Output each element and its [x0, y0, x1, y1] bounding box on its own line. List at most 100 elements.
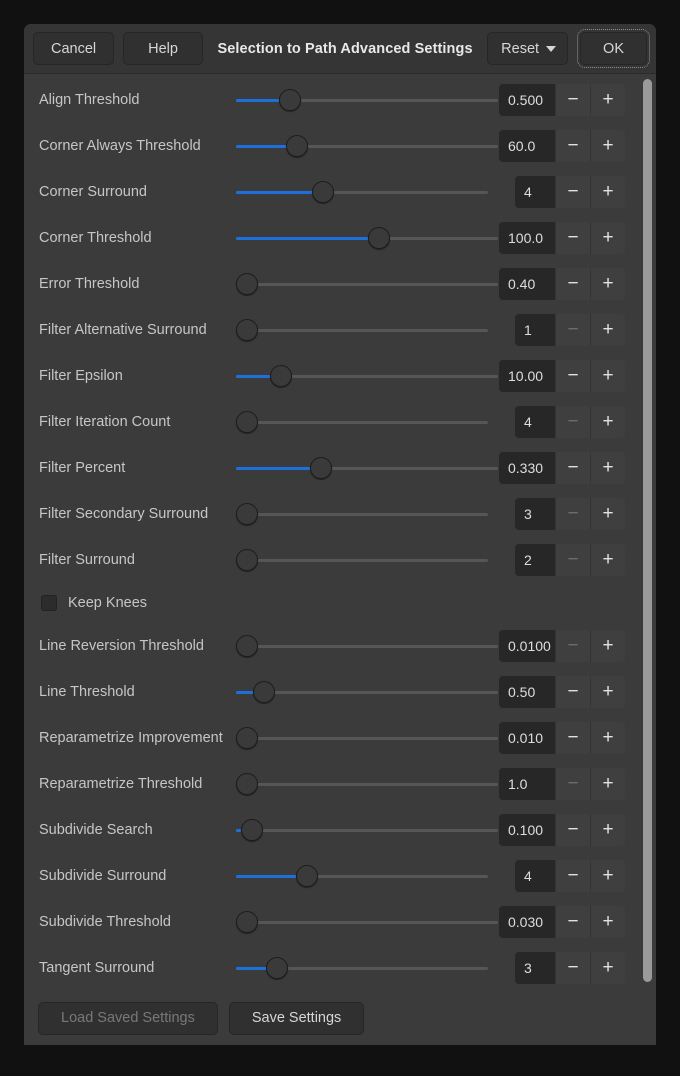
- increment-button[interactable]: +: [590, 768, 625, 800]
- slider-filter-secondary-surround[interactable]: [236, 503, 488, 525]
- value-input[interactable]: 0.010: [499, 722, 555, 754]
- decrement-button[interactable]: −: [555, 452, 590, 484]
- slider-thumb[interactable]: [295, 865, 318, 887]
- slider-subdivide-surround[interactable]: [236, 865, 488, 887]
- value-input[interactable]: 4: [515, 176, 555, 208]
- decrement-button[interactable]: −: [555, 952, 590, 984]
- increment-button[interactable]: +: [590, 314, 625, 346]
- value-input[interactable]: 0.030: [499, 906, 555, 938]
- value-input[interactable]: 4: [515, 860, 555, 892]
- decrement-button[interactable]: −: [555, 860, 590, 892]
- decrement-button[interactable]: −: [555, 814, 590, 846]
- checkbox-row-keep-knees[interactable]: Keep Knees: [24, 583, 656, 623]
- decrement-button[interactable]: −: [555, 630, 590, 662]
- increment-button[interactable]: +: [590, 360, 625, 392]
- slider-thumb[interactable]: [236, 503, 258, 525]
- decrement-button[interactable]: −: [555, 314, 590, 346]
- slider-filter-iteration-count[interactable]: [236, 411, 488, 433]
- increment-button[interactable]: +: [590, 860, 625, 892]
- increment-button[interactable]: +: [590, 130, 625, 162]
- slider-thumb[interactable]: [252, 681, 275, 703]
- value-input[interactable]: 100.0: [499, 222, 555, 254]
- decrement-button[interactable]: −: [555, 768, 590, 800]
- slider-thumb[interactable]: [236, 635, 258, 657]
- slider-subdivide-search[interactable]: [236, 819, 498, 841]
- slider-subdivide-threshold[interactable]: [236, 911, 498, 933]
- increment-button[interactable]: +: [590, 84, 625, 116]
- slider-thumb[interactable]: [310, 457, 333, 479]
- decrement-button[interactable]: −: [555, 406, 590, 438]
- value-input[interactable]: 0.330: [499, 452, 555, 484]
- decrement-button[interactable]: −: [555, 222, 590, 254]
- slider-line-threshold[interactable]: [236, 681, 498, 703]
- value-input[interactable]: 3: [515, 952, 555, 984]
- value-input[interactable]: 10.00: [499, 360, 555, 392]
- value-input[interactable]: 1.0: [499, 768, 555, 800]
- slider-thumb[interactable]: [312, 181, 335, 203]
- slider-corner-always-threshold[interactable]: [236, 135, 498, 157]
- slider-thumb[interactable]: [240, 819, 263, 841]
- increment-button[interactable]: +: [590, 722, 625, 754]
- decrement-button[interactable]: −: [555, 84, 590, 116]
- decrement-button[interactable]: −: [555, 676, 590, 708]
- decrement-button[interactable]: −: [555, 130, 590, 162]
- decrement-button[interactable]: −: [555, 498, 590, 530]
- decrement-button[interactable]: −: [555, 544, 590, 576]
- decrement-button[interactable]: −: [555, 268, 590, 300]
- cancel-button[interactable]: Cancel: [33, 32, 115, 65]
- decrement-button[interactable]: −: [555, 176, 590, 208]
- increment-button[interactable]: +: [590, 268, 625, 300]
- ok-button[interactable]: OK: [577, 29, 650, 68]
- slider-tangent-surround[interactable]: [236, 957, 488, 979]
- slider-reparametrize-improvement[interactable]: [236, 727, 498, 749]
- increment-button[interactable]: +: [590, 952, 625, 984]
- slider-line-reversion-threshold[interactable]: [236, 635, 498, 657]
- slider-thumb[interactable]: [236, 773, 258, 795]
- slider-corner-surround[interactable]: [236, 181, 488, 203]
- value-input[interactable]: 0.40: [499, 268, 555, 300]
- value-input[interactable]: 0.100: [499, 814, 555, 846]
- slider-thumb[interactable]: [236, 273, 258, 295]
- keep-knees-checkbox[interactable]: [41, 595, 57, 611]
- help-button[interactable]: Help: [123, 32, 203, 65]
- value-input[interactable]: 0.0100: [499, 630, 555, 662]
- slider-align-threshold[interactable]: [236, 89, 498, 111]
- slider-reparametrize-threshold[interactable]: [236, 773, 498, 795]
- slider-thumb[interactable]: [279, 89, 302, 111]
- reset-dropdown-button[interactable]: Reset: [487, 32, 569, 65]
- increment-button[interactable]: +: [590, 222, 625, 254]
- slider-thumb[interactable]: [265, 957, 288, 979]
- increment-button[interactable]: +: [590, 814, 625, 846]
- value-input[interactable]: 60.0: [499, 130, 555, 162]
- decrement-button[interactable]: −: [555, 360, 590, 392]
- scrollbar-thumb[interactable]: [643, 79, 652, 982]
- increment-button[interactable]: +: [590, 630, 625, 662]
- slider-filter-surround[interactable]: [236, 549, 488, 571]
- decrement-button[interactable]: −: [555, 722, 590, 754]
- slider-thumb[interactable]: [367, 227, 390, 249]
- slider-corner-threshold[interactable]: [236, 227, 498, 249]
- value-input[interactable]: 0.500: [499, 84, 555, 116]
- slider-filter-alternative-surround[interactable]: [236, 319, 488, 341]
- slider-thumb[interactable]: [269, 365, 292, 387]
- value-input[interactable]: 0.50: [499, 676, 555, 708]
- value-input[interactable]: 2: [515, 544, 555, 576]
- slider-thumb[interactable]: [236, 411, 258, 433]
- vertical-scrollbar[interactable]: [642, 79, 653, 984]
- increment-button[interactable]: +: [590, 676, 625, 708]
- slider-thumb[interactable]: [286, 135, 309, 157]
- save-settings-button[interactable]: Save Settings: [228, 1001, 365, 1035]
- increment-button[interactable]: +: [590, 452, 625, 484]
- increment-button[interactable]: +: [590, 906, 625, 938]
- slider-thumb[interactable]: [236, 727, 258, 749]
- slider-thumb[interactable]: [236, 319, 258, 341]
- value-input[interactable]: 3: [515, 498, 555, 530]
- value-input[interactable]: 4: [515, 406, 555, 438]
- increment-button[interactable]: +: [590, 498, 625, 530]
- slider-filter-percent[interactable]: [236, 457, 498, 479]
- slider-filter-epsilon[interactable]: [236, 365, 498, 387]
- slider-thumb[interactable]: [236, 549, 258, 571]
- increment-button[interactable]: +: [590, 544, 625, 576]
- increment-button[interactable]: +: [590, 176, 625, 208]
- slider-error-threshold[interactable]: [236, 273, 498, 295]
